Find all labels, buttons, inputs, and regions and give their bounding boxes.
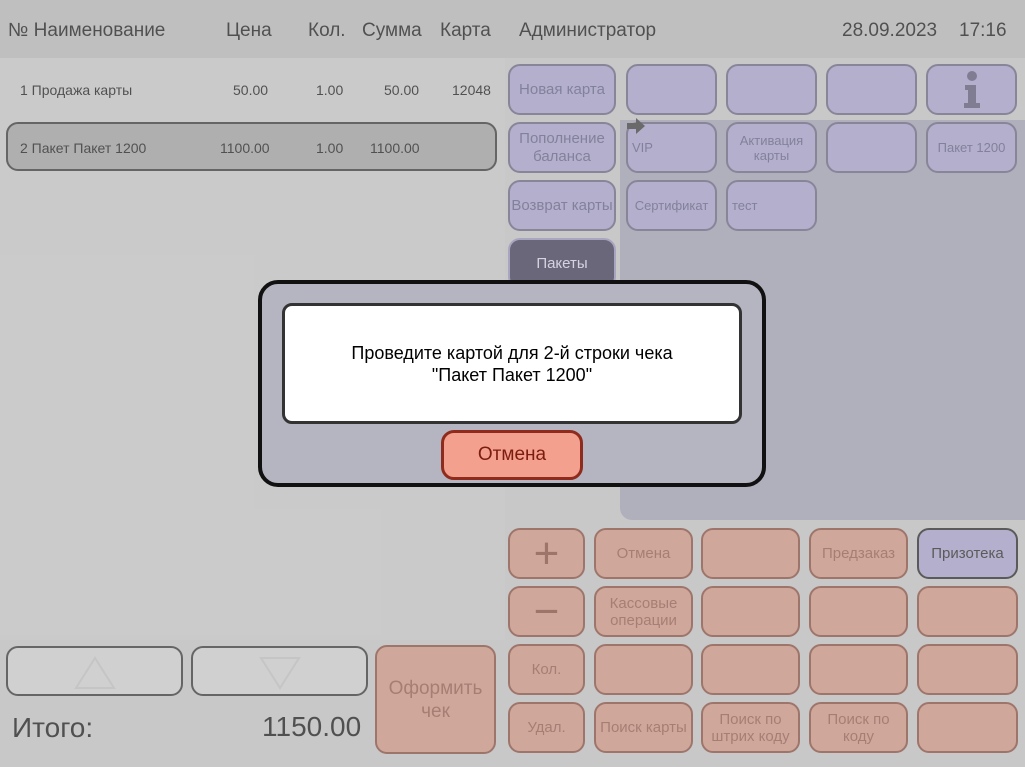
dialog-message-line1: Проведите картой для 2-й строки чека xyxy=(351,342,673,363)
dialog-message-line2: "Пакет Пакет 1200" xyxy=(431,364,593,385)
dialog-cancel-button[interactable]: Отмена xyxy=(441,430,583,480)
dialog-message-box: Проведите картой для 2-й строки чека "Па… xyxy=(282,303,742,424)
dialog-cancel-label: Отмена xyxy=(477,444,547,465)
